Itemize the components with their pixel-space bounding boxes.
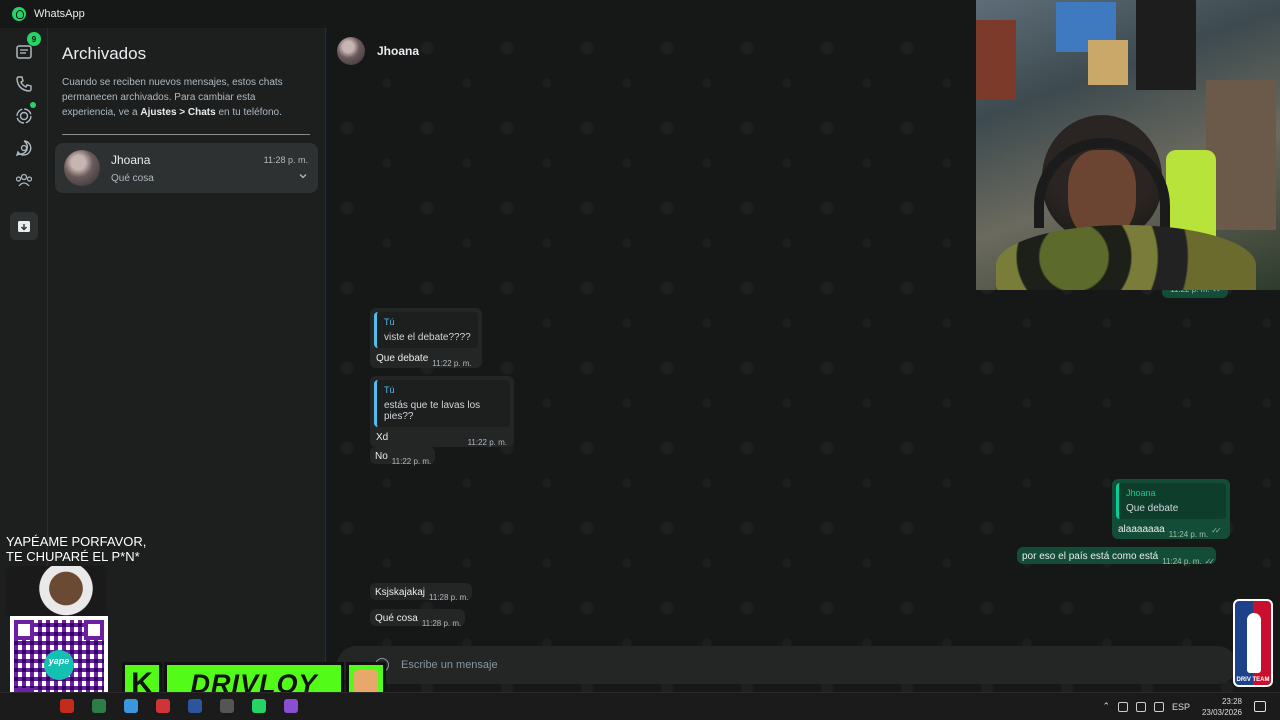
- message-incoming[interactable]: Ksjskajakaj 11:28 p. m.: [370, 583, 473, 602]
- channels-icon: [15, 140, 32, 157]
- calls-nav-button[interactable]: [10, 70, 38, 98]
- chat-last-message: Qué cosa: [111, 173, 154, 184]
- donation-line-2: TE CHUPARÉ EL P*N*: [6, 549, 140, 564]
- archived-nav-button[interactable]: [10, 212, 38, 240]
- app-icon[interactable]: [60, 699, 74, 713]
- archived-desc-link: Ajustes > Chats: [140, 107, 216, 118]
- message-text: Ksjskajakaj: [375, 587, 426, 598]
- webcam-overlay: [976, 0, 1280, 290]
- app-icon[interactable]: [92, 699, 106, 713]
- qr-corner: [84, 620, 104, 640]
- message-input[interactable]: [401, 655, 1001, 675]
- message-time: 11:28 p. m.: [421, 619, 462, 628]
- message-time: 11:22 p. m.: [467, 438, 507, 447]
- network-icon[interactable]: [1117, 701, 1128, 712]
- double-check-icon: ✓✓: [1204, 557, 1216, 566]
- chat-list-item-jhoana[interactable]: Jhoana 11:28 p. m. Qué cosa: [55, 143, 318, 193]
- message-text: Xd: [376, 432, 389, 443]
- divider: [62, 134, 310, 135]
- message-composer: [337, 646, 1237, 684]
- message-outgoing[interactable]: Jhoana Que debate alaaaaaaa 11:24 p. m. ✓✓: [1112, 479, 1230, 539]
- wall-hanging: [976, 20, 1016, 100]
- app-icon[interactable]: [156, 699, 170, 713]
- app-icon[interactable]: [284, 699, 298, 713]
- nba-style-logo: DRIV TEAM: [1233, 599, 1273, 687]
- chevron-up-icon[interactable]: ⌃: [1102, 701, 1110, 712]
- message-incoming[interactable]: Qué cosa 11:28 p. m.: [370, 609, 466, 628]
- quote-text: viste el debate????: [384, 332, 471, 343]
- archived-title: Archivados: [62, 44, 147, 63]
- donation-line-1: YAPÉAME PORFAVOR,: [6, 534, 147, 549]
- chats-nav-button[interactable]: 9: [10, 32, 41, 66]
- message-text: Que debate: [376, 353, 429, 364]
- message-incoming[interactable]: Tú viste el debate???? Que debate 11:22 p…: [370, 308, 482, 368]
- avatar: [64, 150, 100, 186]
- wall-shelf: [1206, 80, 1276, 230]
- contact-name[interactable]: Jhoana: [377, 44, 419, 58]
- chats-icon: [16, 45, 32, 59]
- app-icon[interactable]: [124, 699, 138, 713]
- message-time: 11:28 p. m.: [429, 593, 469, 602]
- volume-icon[interactable]: [1153, 701, 1164, 712]
- unread-badge: 9: [27, 32, 41, 46]
- clock-date: 23/03/2026: [1201, 708, 1242, 717]
- system-tray: ⌃ ESP: [1102, 701, 1190, 712]
- message-text: No: [375, 451, 388, 462]
- clock-time: 23:28: [1221, 697, 1242, 706]
- avatar[interactable]: [337, 37, 365, 65]
- app-title: WhatsApp: [34, 8, 85, 20]
- quote-author: Tú: [384, 385, 395, 395]
- quote-text: Que debate: [1126, 503, 1179, 514]
- archived-desc-tail: en tu teléfono.: [215, 107, 282, 118]
- message-incoming[interactable]: No 11:22 p. m.: [370, 447, 436, 466]
- chevron-down-icon[interactable]: [298, 171, 308, 181]
- message-time: 11:24 p. m.: [1168, 530, 1209, 539]
- streamer-shirt: [996, 225, 1256, 290]
- whatsapp-taskbar-icon[interactable]: [252, 699, 266, 713]
- status-nav-button[interactable]: [10, 102, 38, 130]
- message-time: 11:22 p. m.: [391, 457, 432, 466]
- message-time: 11:24 p. m.: [1162, 557, 1202, 566]
- notification-icon[interactable]: [1254, 701, 1266, 712]
- whatsapp-logo-icon: [12, 7, 26, 21]
- communities-icon: [15, 173, 33, 187]
- archive-icon: [18, 221, 30, 232]
- overlay-photo: [6, 566, 106, 616]
- communities-nav-button[interactable]: [10, 166, 38, 194]
- taskbar-apps: [60, 699, 298, 713]
- chat-time: 11:28 p. m.: [263, 155, 308, 165]
- mic-icon[interactable]: [1135, 701, 1146, 712]
- status-icon: [16, 108, 32, 124]
- message-outgoing[interactable]: por eso el país está como está 11:24 p. m…: [1017, 547, 1217, 566]
- quoted-message[interactable]: Jhoana Que debate: [1116, 483, 1226, 519]
- quote-author: Jhoana: [1126, 488, 1156, 498]
- app-icon[interactable]: [188, 699, 202, 713]
- channels-nav-button[interactable]: [10, 134, 38, 162]
- language-indicator[interactable]: ESP: [1172, 702, 1190, 712]
- message-text: alaaaaaaa: [1118, 524, 1165, 535]
- wall-doorway: [1136, 0, 1196, 90]
- donation-text: YAPÉAME PORFAVOR, TE CHUPARÉ EL P*N*: [6, 534, 146, 564]
- chat-name: Jhoana: [111, 153, 151, 167]
- message-text: Qué cosa: [375, 613, 418, 624]
- phone-icon: [16, 76, 32, 92]
- qr-corner: [14, 620, 34, 640]
- quote-author: Tú: [384, 317, 395, 327]
- quoted-message[interactable]: Tú viste el debate????: [374, 312, 478, 348]
- taskbar-clock[interactable]: 23:28 23/03/2026: [1202, 696, 1242, 718]
- archived-description: Cuando se reciben nuevos mensajes, estos…: [62, 75, 312, 120]
- windows-taskbar: ⌃ ESP 23:28 23/03/2026: [0, 692, 1280, 720]
- double-check-icon: ✓✓: [1211, 526, 1222, 535]
- message-incoming[interactable]: Tú estás que te lavas los pies?? Xd 11:22…: [370, 376, 514, 447]
- nba-logo-text: DRIV TEAM: [1236, 677, 1270, 683]
- status-dot: [30, 102, 36, 108]
- message-text: por eso el país está como está: [1022, 551, 1159, 562]
- yape-label: yape: [48, 656, 70, 666]
- quote-text: estás que te lavas los pies??: [384, 400, 481, 422]
- wall-poster: [1088, 40, 1128, 85]
- message-time: 11:22 p. m.: [432, 359, 472, 368]
- yape-logo: yape: [44, 650, 74, 680]
- quoted-message[interactable]: Tú estás que te lavas los pies??: [374, 380, 510, 427]
- app-icon[interactable]: [220, 699, 234, 713]
